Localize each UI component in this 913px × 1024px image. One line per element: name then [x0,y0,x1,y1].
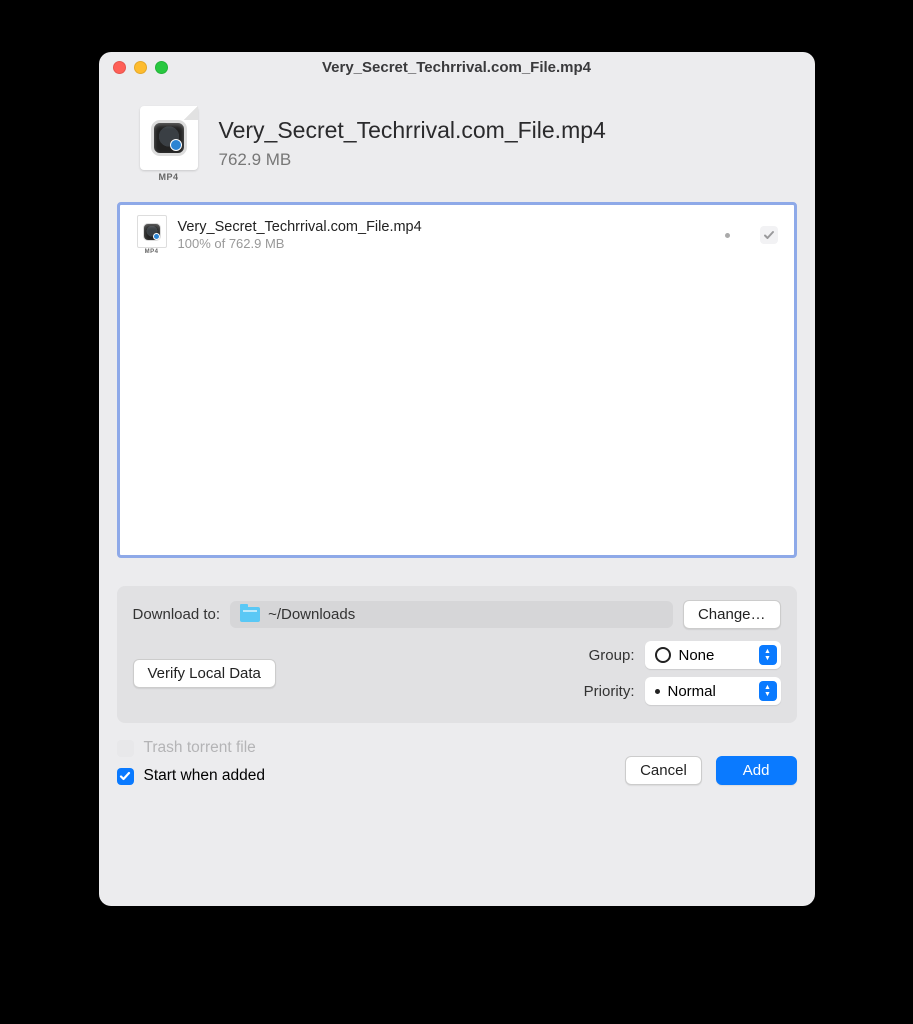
options-panel: Download to: ~/Downloads Change… Verify … [117,586,797,723]
add-button[interactable]: Add [716,756,797,785]
download-to-row: Download to: ~/Downloads Change… [133,600,781,629]
priority-select[interactable]: Normal ▲▼ [645,677,781,705]
file-size: 762.9 MB [219,150,606,170]
trash-torrent-checkbox [117,740,134,757]
trash-torrent-checkbox-row: Trash torrent file [117,739,266,757]
file-include-checkbox[interactable] [760,226,778,244]
file-row-status: 100% of 762.9 MB [178,236,715,251]
titlebar: Very_Secret_Techrrival.com_File.mp4 [99,52,815,82]
quicktime-icon [143,223,161,241]
stepper-icon: ▲▼ [759,645,777,665]
group-label: Group: [589,647,635,664]
circle-icon [655,647,671,663]
file-header-text: Very_Secret_Techrrival.com_File.mp4 762.… [219,117,606,170]
start-when-added-label: Start when added [144,767,266,785]
start-when-added-checkbox-row[interactable]: Start when added [117,767,266,785]
dot-icon [655,689,660,694]
window-title: Very_Secret_Techrrival.com_File.mp4 [99,59,815,76]
priority-label: Priority: [584,683,635,700]
group-select[interactable]: None ▲▼ [645,641,781,669]
verify-local-data-button[interactable]: Verify Local Data [133,659,276,688]
start-when-added-checkbox[interactable] [117,768,134,785]
quicktime-icon [151,120,187,156]
group-row: Group: None ▲▼ [589,641,781,669]
close-window-button[interactable] [113,61,126,74]
change-location-button[interactable]: Change… [683,600,781,629]
minimize-window-button[interactable] [134,61,147,74]
footer-checkboxes: Trash torrent file Start when added [117,739,266,785]
file-name: Very_Secret_Techrrival.com_File.mp4 [219,117,606,144]
options-right-column: Group: None ▲▼ Priority: [584,641,781,705]
trash-torrent-label: Trash torrent file [144,739,256,757]
dialog-window: Very_Secret_Techrrival.com_File.mp4 MP4 … [99,52,815,906]
download-path-display: ~/Downloads [230,601,673,628]
zoom-window-button[interactable] [155,61,168,74]
file-list-row[interactable]: MP4 Very_Secret_Techrrival.com_File.mp4 … [120,209,794,261]
cancel-button[interactable]: Cancel [625,756,702,785]
download-to-label: Download to: [133,606,221,623]
file-list[interactable]: MP4 Very_Secret_Techrrival.com_File.mp4 … [117,202,797,558]
footer-actions: Cancel Add [625,756,796,785]
priority-value: Normal [668,683,716,700]
file-row-meta: Very_Secret_Techrrival.com_File.mp4 100%… [178,219,715,251]
stepper-icon: ▲▼ [759,681,777,701]
footer: Trash torrent file Start when added Canc… [117,739,797,785]
file-row-name: Very_Secret_Techrrival.com_File.mp4 [178,219,715,235]
options-second-row: Verify Local Data Group: None ▲▼ [133,641,781,705]
filetype-badge: MP4 [145,249,159,255]
priority-dot-icon[interactable] [725,233,730,238]
priority-row: Priority: Normal ▲▼ [584,677,781,705]
download-path-text: ~/Downloads [268,606,355,623]
filetype-badge: MP4 [158,172,178,182]
file-icon-small: MP4 [136,215,168,255]
file-icon-large: MP4 [137,104,201,182]
file-header: MP4 Very_Secret_Techrrival.com_File.mp4 … [99,82,815,194]
group-value: None [679,647,715,664]
folder-icon [240,607,260,622]
window-controls [113,61,168,74]
